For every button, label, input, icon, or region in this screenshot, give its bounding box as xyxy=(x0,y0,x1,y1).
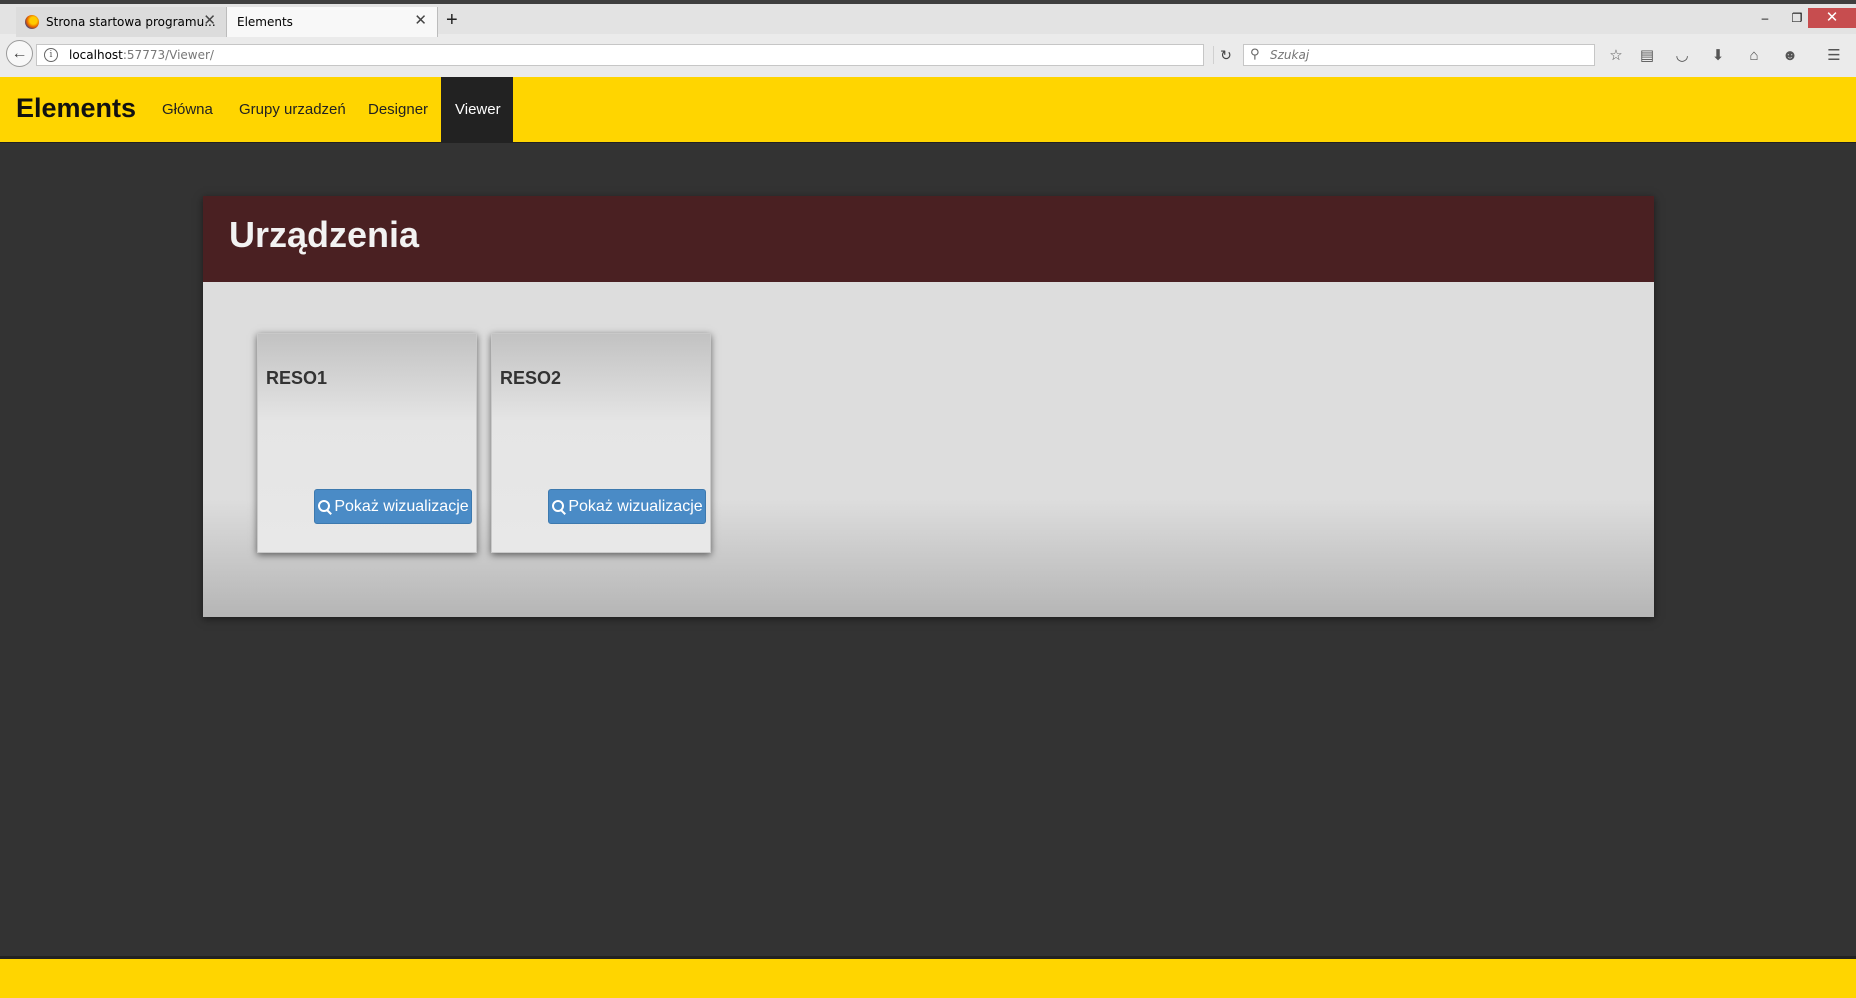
pocket-icon[interactable]: ◡ xyxy=(1672,46,1692,66)
tab-bar: Strona startowa programu... ✕ Elements ✕… xyxy=(0,4,1856,37)
brand-link[interactable]: Elements xyxy=(16,93,136,124)
bookmark-star-icon[interactable]: ☆ xyxy=(1606,46,1626,66)
device-card: RESO1 Pokaż wizualizacje xyxy=(257,333,477,553)
device-name: RESO2 xyxy=(500,368,562,388)
nav-link-device-groups[interactable]: Grupy urzadzeń xyxy=(225,77,360,142)
browser-chrome: Strona startowa programu... ✕ Elements ✕… xyxy=(0,0,1856,77)
button-label: Pokaż wizualizacje xyxy=(568,497,703,515)
panel-body: RESO1 Pokaż wizualizacje RESO2 Pokaż wiz… xyxy=(203,282,1654,617)
search-icon xyxy=(551,499,567,515)
close-window-button[interactable]: ✕ xyxy=(1808,8,1856,28)
url-host: localhost xyxy=(69,48,123,62)
site-navbar: Elements Główna Grupy urzadzeń Designer … xyxy=(0,77,1856,143)
reload-icon[interactable]: ↻ xyxy=(1213,46,1238,64)
address-bar[interactable]: i localhost:57773/Viewer/ ↻ xyxy=(36,44,1232,66)
close-tab-icon[interactable]: ✕ xyxy=(203,13,216,28)
site-footer xyxy=(0,956,1856,998)
browser-toolbar: ← i localhost:57773/Viewer/ ↻ ⚲ ☆ ▤ ◡ ⬇ … xyxy=(0,37,1856,75)
page-title: Urządzenia xyxy=(229,214,420,255)
menu-icon[interactable]: ☰ xyxy=(1824,46,1844,66)
button-label: Pokaż wizualizacje xyxy=(334,497,469,515)
device-name: RESO1 xyxy=(266,368,328,388)
search-icon: ⚲ xyxy=(1250,46,1260,61)
nav-link-designer[interactable]: Designer xyxy=(354,77,442,142)
device-card: RESO2 Pokaż wizualizacje xyxy=(491,333,711,553)
firefox-icon xyxy=(25,15,39,29)
arrow-left-icon: ← xyxy=(11,44,28,62)
nav-link-home[interactable]: Główna xyxy=(148,77,227,142)
browser-tab-start-page[interactable]: Strona startowa programu... ✕ xyxy=(16,7,226,37)
show-visualization-button[interactable]: Pokaż wizualizacje xyxy=(314,489,472,524)
search-bar[interactable]: ⚲ xyxy=(1243,44,1595,66)
tab-title: Strona startowa programu... xyxy=(46,15,216,29)
browser-tab-elements[interactable]: Elements ✕ xyxy=(226,7,438,37)
close-tab-icon[interactable]: ✕ xyxy=(414,13,427,28)
emoji-icon[interactable]: ☻ xyxy=(1780,46,1800,66)
info-icon[interactable]: i xyxy=(44,48,58,62)
devices-panel: Urządzenia RESO1 Pokaż wizualizacje RESO… xyxy=(203,196,1654,617)
search-icon xyxy=(317,499,333,515)
nav-link-viewer[interactable]: Viewer xyxy=(441,77,513,142)
url-text: localhost:57773/Viewer/ xyxy=(69,48,214,62)
tab-title: Elements xyxy=(237,15,293,29)
reading-list-icon[interactable]: ▤ xyxy=(1637,46,1657,66)
panel-header: Urządzenia xyxy=(203,196,1654,282)
search-input[interactable] xyxy=(1270,45,1580,65)
back-button[interactable]: ← xyxy=(6,40,33,67)
show-visualization-button[interactable]: Pokaż wizualizacje xyxy=(548,489,706,524)
download-icon[interactable]: ⬇ xyxy=(1708,46,1728,66)
url-path: :57773/Viewer/ xyxy=(122,48,214,62)
home-icon[interactable]: ⌂ xyxy=(1744,46,1764,66)
new-tab-plus-icon[interactable]: + xyxy=(446,10,458,30)
